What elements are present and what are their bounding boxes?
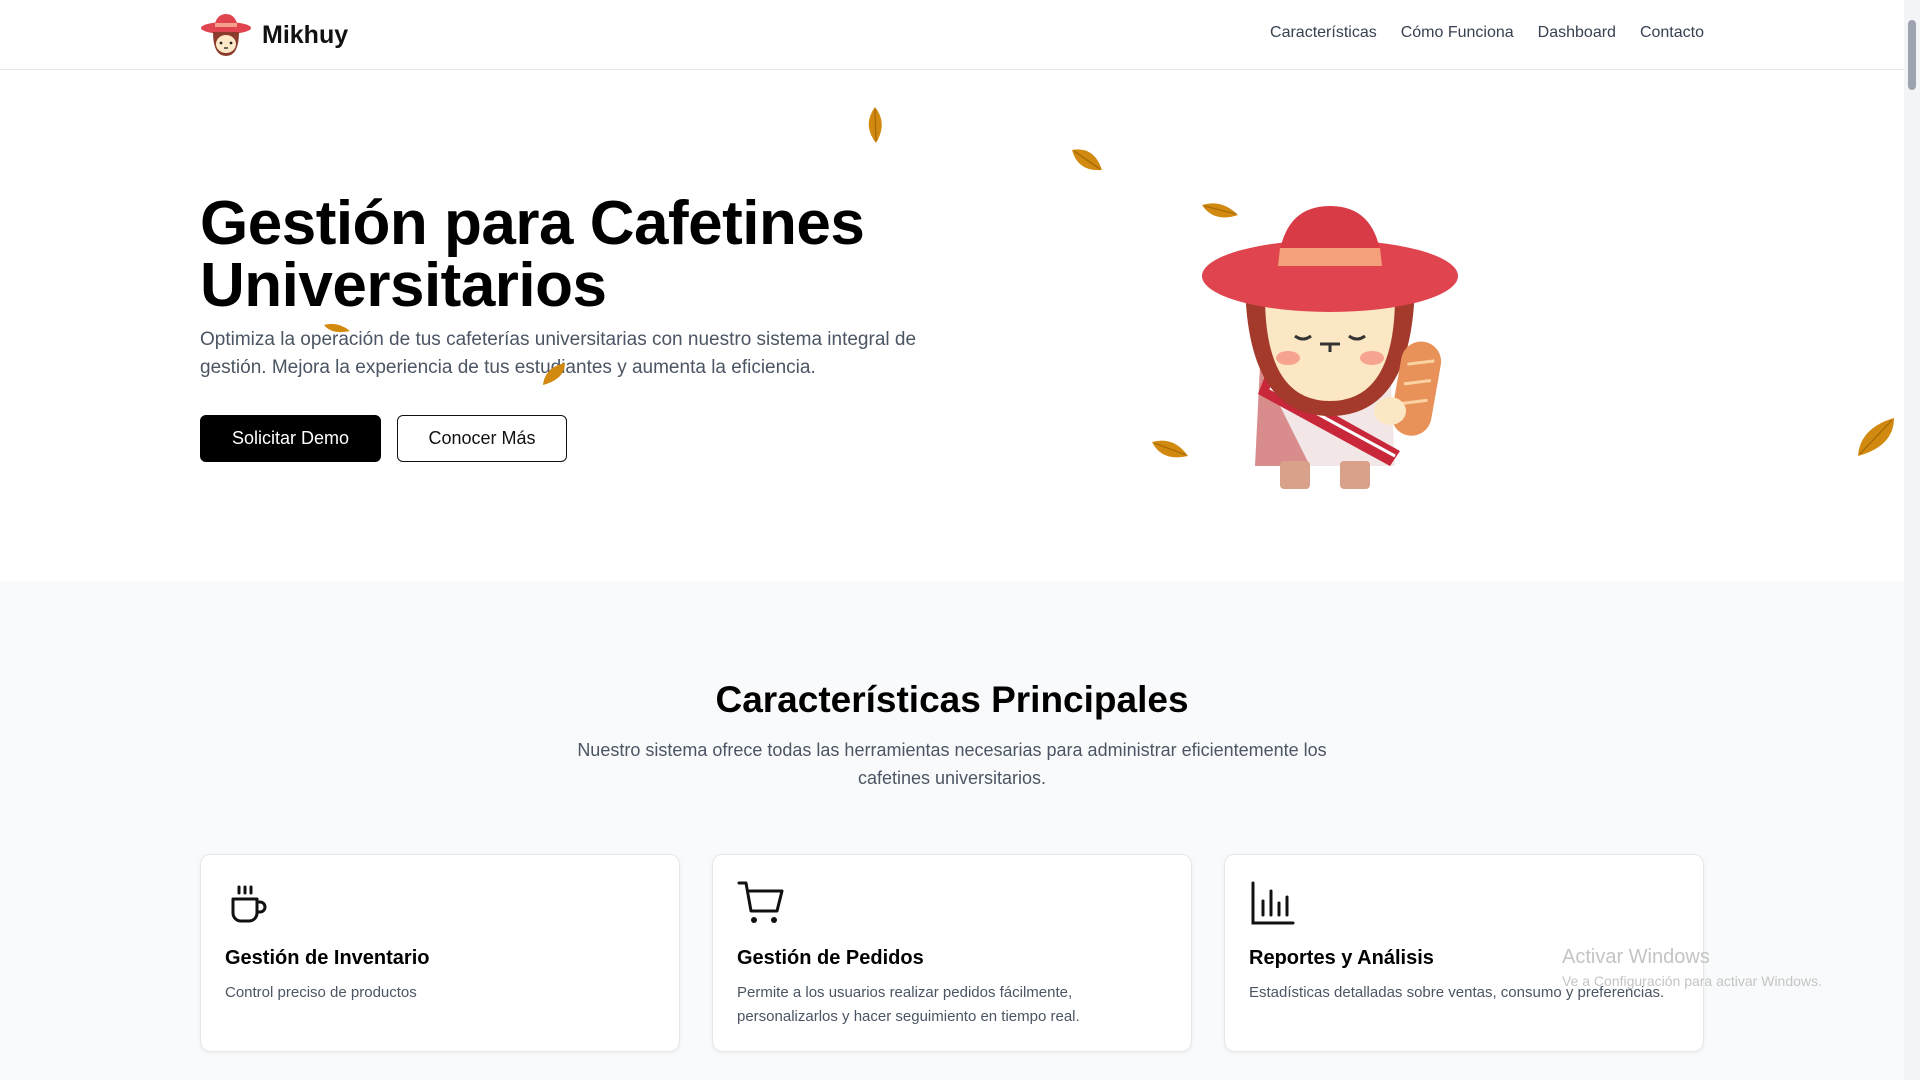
coffee-cup-icon <box>231 885 267 923</box>
feature-title: Reportes y Análisis <box>1249 947 1434 969</box>
feature-card-orders: Gestión de Pedidos Permite a los usuario… <box>712 854 1192 1052</box>
leaf-icon <box>1072 149 1102 171</box>
feature-text: Permite a los usuarios realizar pedidos … <box>737 984 1080 1025</box>
hero-title: Gestión para Cafetines Universitarios <box>200 189 865 320</box>
features-title: Características Principales <box>715 679 1189 720</box>
hero-section: Gestión para Cafetines Universitarios Op… <box>0 71 1904 581</box>
features-subtitle: Nuestro sistema ofrece todas las herrami… <box>577 740 1327 788</box>
feature-title: Gestión de Inventario <box>225 947 430 969</box>
leaf-icon <box>868 107 882 143</box>
feature-card-inventory: Gestión de Inventario Control preciso de… <box>200 854 680 1052</box>
nav-caracteristicas[interactable]: Características <box>1270 24 1377 42</box>
leaf-icon <box>543 363 565 385</box>
feature-text: Control preciso de productos <box>225 984 417 1001</box>
brand-name: Mikhuy <box>262 20 349 49</box>
windows-activation-watermark: Activar Windows Ve a Configuración para … <box>1562 946 1822 989</box>
page-scrollbar[interactable] <box>1904 0 1920 1080</box>
leaf-icon <box>1858 418 1894 456</box>
site-header: Mikhuy Características Cómo Funciona Das… <box>0 0 1904 70</box>
mikhuy-logo-icon <box>201 14 251 56</box>
nav-contacto[interactable]: Contacto <box>1640 24 1704 42</box>
feature-title: Gestión de Pedidos <box>737 947 924 969</box>
bar-chart-icon <box>1251 881 1295 925</box>
leaf-icon <box>1152 440 1188 458</box>
nav-dashboard[interactable]: Dashboard <box>1538 24 1616 42</box>
nav-como-funciona[interactable]: Cómo Funciona <box>1401 24 1514 42</box>
leaf-icon <box>324 323 350 333</box>
main-nav: Características Cómo Funciona Dashboard … <box>1270 24 1704 42</box>
shopping-cart-icon <box>737 881 784 923</box>
hero-description: Optimiza la operación de tus cafeterías … <box>200 329 917 378</box>
watermark-title: Activar Windows <box>1562 946 1710 968</box>
leaf-icon <box>1202 203 1238 218</box>
request-demo-button[interactable]: Solicitar Demo <box>200 415 381 462</box>
scrollbar-thumb[interactable] <box>1908 20 1916 90</box>
learn-more-button[interactable]: Conocer Más <box>397 415 567 462</box>
watermark-subtitle: Ve a Configuración para activar Windows. <box>1562 973 1822 989</box>
brand[interactable]: Mikhuy <box>200 12 348 58</box>
features-section: Características Principales Nuestro sist… <box>0 581 1904 1080</box>
